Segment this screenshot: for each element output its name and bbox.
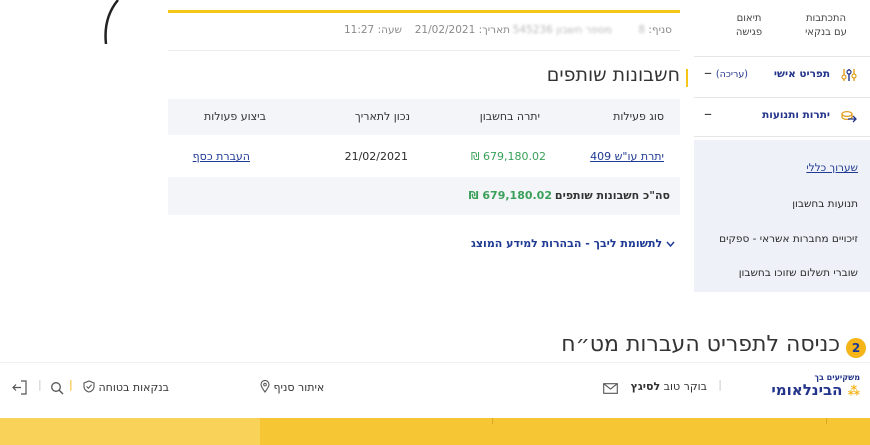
table-row: 409 יתרת עו"ש ₪ 679,180.02 21/02/2021 הע… [168, 140, 680, 174]
table-header: סוג פעילות יתרה בחשבון נכון לתאריך ביצוע… [168, 99, 680, 135]
transfer-money-link[interactable]: העברת כסף [193, 150, 250, 163]
activity-link[interactable]: 409 יתרת עו"ש [590, 150, 664, 163]
time-info: שעה: 11:27 [344, 24, 402, 42]
total-label: סה"כ חשבונות שותפים [554, 189, 670, 202]
date-value: 21/02/2021 [414, 24, 476, 36]
section-title-accent [686, 69, 688, 87]
decorative-curve [104, 0, 119, 44]
quick-action-banker-chat[interactable]: התכתבות עם בנקאי [796, 12, 856, 40]
schedule-line2: פגישה [735, 27, 763, 38]
banker-chat-line1: התכתבות [805, 13, 847, 24]
greeting: בוקר טוב לסיגץ [631, 380, 707, 393]
nav-separator [492, 418, 493, 424]
header-balance: יתרה בחשבון [479, 110, 540, 123]
sidebar-item-general-revaluation[interactable]: שערוך כללי [806, 162, 858, 174]
nav-separator [826, 418, 827, 424]
coins-icon [841, 110, 857, 123]
bank-logo[interactable]: משקיעים בך הבינלאומי ⁂ [771, 373, 860, 399]
logo-wordmark: הבינלאומי ⁂ [771, 382, 860, 399]
account-label: מספר חשבון [556, 24, 612, 36]
account-number-info: מספר חשבון 545236 [513, 24, 612, 42]
collapse-toggle[interactable]: – [704, 63, 712, 82]
date-info: תאריך: 21/02/2021 [415, 24, 510, 42]
branch-value: 8 [638, 24, 646, 36]
header-divider: | [69, 378, 73, 391]
personal-menu-label: תפריט אישי [773, 68, 830, 80]
balance-value: ₪ 679,180.02 [470, 150, 546, 163]
logout-icon[interactable] [12, 380, 27, 395]
sidebar-personal-menu[interactable]: תפריט אישי (עריכה) – [694, 56, 870, 95]
total-value: ₪ 679,180.02 [468, 189, 552, 202]
disclaimer-toggle[interactable]: לתשומת ליבך - הבהרות למידע המוצג [471, 237, 678, 250]
sidebar-item-payment-vouchers[interactable]: שוברי תשלום שזוכו בחשבון [739, 267, 858, 279]
time-label: שעה: [377, 24, 402, 36]
logo-mark-icon: ⁂ [847, 384, 860, 398]
branch-locator-label: איתור סניף [273, 381, 325, 394]
balances-label: יתרות ותנועות [762, 109, 830, 121]
sliders-icon [841, 69, 857, 81]
sidebar-submenu: שערוך כללי תנועות בחשבון זיכויים מחברות … [694, 140, 870, 292]
secure-banking[interactable]: בנקאות בטוחה [83, 380, 169, 394]
header-actions: ביצוע פעולות [204, 110, 266, 123]
location-pin-icon [260, 379, 270, 393]
banker-chat-line2: עם בנקאי [805, 27, 847, 38]
date-label: תאריך: [478, 24, 510, 36]
branch-info: סניף: 8 [638, 24, 672, 42]
section-title: חשבונות שותפים [546, 64, 680, 86]
branch-locator[interactable]: איתור סניף [260, 379, 325, 394]
envelope-icon[interactable] [603, 383, 618, 394]
main-nav-bar [0, 418, 870, 445]
account-value: 545236 [512, 24, 553, 36]
disclaimer-label: לתשומת ליבך - הבהרות למידע המוצג [470, 237, 663, 250]
panel-top-accent [168, 10, 680, 13]
schedule-line1: תיאום [736, 13, 762, 24]
nav-highlight [0, 418, 260, 445]
chevron-down-icon [666, 241, 675, 247]
header-as-of: נכון לתאריך [354, 110, 410, 123]
greeting-name: לסיגץ [630, 380, 661, 393]
shield-check-icon [83, 380, 95, 393]
personal-menu-edit-link[interactable]: (עריכה) [716, 69, 748, 80]
greeting-prefix: בוקר טוב [663, 380, 707, 393]
step-title: כניסה לתפריט העברות מט״ח [561, 332, 840, 357]
header-activity: סוג פעילות [613, 110, 664, 123]
time-value: 11:27 [343, 24, 375, 36]
search-icon[interactable] [50, 381, 64, 395]
branch-label: סניף: [648, 24, 672, 36]
sidebar-item-credit-company-credits[interactable]: זיכויים מחברות אשראי - ספקים [719, 233, 858, 245]
bank-header: משקיעים בך הבינלאומי ⁂ בוקר טוב לסיגץ | … [0, 362, 870, 411]
table-total-row: סה"כ חשבונות שותפים ₪ 679,180.02 [168, 177, 680, 215]
header-divider: | [38, 378, 42, 391]
header-divider: | [718, 378, 722, 391]
step-number-badge: 2 [846, 338, 866, 358]
as-of-date: 21/02/2021 [344, 150, 408, 163]
sidebar-quick-actions: התכתבות עם בנקאי תיאום פגישה [694, 0, 870, 50]
logo-name: הבינלאומי [771, 381, 843, 399]
quick-action-schedule-meeting[interactable]: תיאום פגישה [724, 12, 774, 40]
sidebar-item-account-transactions[interactable]: תנועות בחשבון [792, 198, 858, 210]
sidebar-balances[interactable]: יתרות ותנועות – [694, 97, 870, 137]
collapse-toggle[interactable]: – [704, 104, 712, 123]
secure-banking-label: בנקאות בטוחה [98, 381, 170, 394]
divider [168, 50, 680, 51]
